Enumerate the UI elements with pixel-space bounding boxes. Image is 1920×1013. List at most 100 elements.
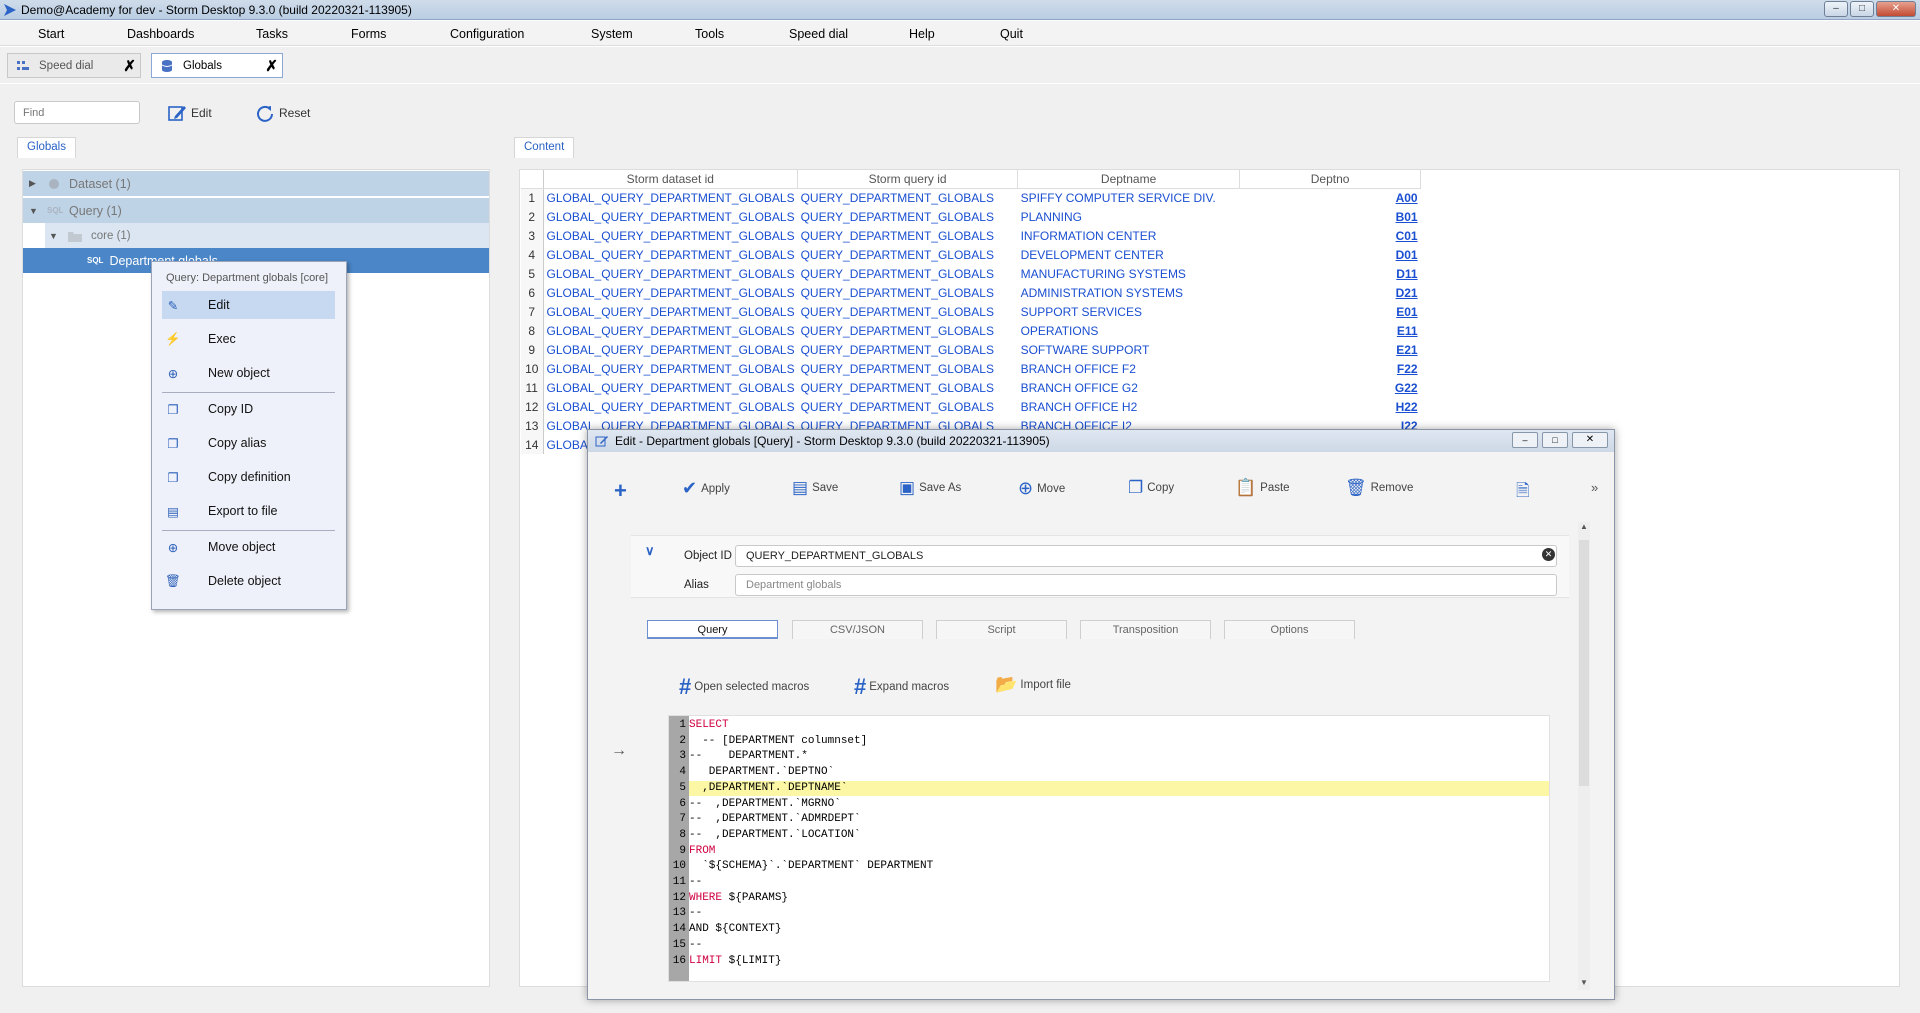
- scroll-down-icon[interactable]: ▼: [1578, 978, 1590, 990]
- cell-deptno[interactable]: G22: [1240, 378, 1421, 397]
- code-line[interactable]: 1 SELECT: [669, 718, 1549, 733]
- menu-forms[interactable]: Forms: [351, 27, 386, 41]
- code-line[interactable]: 11 --: [669, 875, 1549, 890]
- menu-item-move-object[interactable]: ⊕ Move object: [162, 533, 335, 561]
- dialog-scrollbar[interactable]: ▲ ▼: [1578, 522, 1590, 990]
- menu-quit[interactable]: Quit: [1000, 27, 1023, 41]
- run-arrow-icon[interactable]: →: [611, 742, 627, 760]
- scroll-up-icon[interactable]: ▲: [1578, 522, 1590, 534]
- cell-deptno[interactable]: B01: [1240, 207, 1421, 226]
- table-row[interactable]: 8 GLOBAL_QUERY_DEPARTMENT_GLOBALS QUERY_DE…: [521, 321, 1421, 340]
- close-tab-icon[interactable]: ✗: [265, 57, 278, 75]
- reset-button[interactable]: Reset: [255, 103, 310, 123]
- code-line[interactable]: 2 -- [DEPARTMENT columnset]: [669, 734, 1549, 749]
- close-window-button[interactable]: ✕: [1876, 1, 1916, 17]
- cell-deptno[interactable]: D01: [1240, 245, 1421, 264]
- tab-speed-dial[interactable]: Speed dial ✗: [7, 53, 141, 78]
- cell-deptno[interactable]: C01: [1240, 226, 1421, 245]
- code-line[interactable]: 16 LIMIT ${LIMIT}: [669, 954, 1549, 969]
- menu-item-copy-id[interactable]: ❐ Copy ID: [162, 395, 335, 423]
- collapse-arrow-icon[interactable]: ▼: [49, 231, 61, 241]
- alias-field[interactable]: Department globals: [735, 574, 1557, 596]
- code-line[interactable]: 14 AND ${CONTEXT}: [669, 922, 1549, 937]
- table-row[interactable]: 3 GLOBAL_QUERY_DEPARTMENT_GLOBALS QUERY_DE…: [521, 226, 1421, 245]
- code-line[interactable]: 6 -- ,DEPARTMENT.`MGRNO`: [669, 797, 1549, 812]
- tab-script[interactable]: Script: [936, 620, 1067, 639]
- code-line[interactable]: 5 ,DEPARTMENT.`DEPTNAME`: [669, 780, 1549, 796]
- open-selected-macros-button[interactable]: # Open selected macros: [679, 674, 809, 700]
- menu-item-delete-object[interactable]: 🗑 Delete object: [162, 567, 335, 595]
- cell-deptno[interactable]: E01: [1240, 302, 1421, 321]
- menu-item-edit[interactable]: ✎ Edit: [162, 291, 335, 319]
- copy-button[interactable]: ❐ Copy: [1128, 478, 1174, 498]
- column-header[interactable]: Deptname: [1017, 170, 1241, 189]
- collapse-arrow-icon[interactable]: ▼: [29, 206, 41, 216]
- code-line[interactable]: 12 WHERE ${PARAMS}: [669, 891, 1549, 906]
- tree-item-query[interactable]: ▼ SQL Query (1): [23, 198, 489, 223]
- save-as-button[interactable]: ▣ Save As: [899, 478, 961, 498]
- tab-globals[interactable]: Globals ✗: [151, 53, 283, 78]
- menu-item-copy-alias[interactable]: ❐ Copy alias: [162, 429, 335, 457]
- table-row[interactable]: 10 GLOBAL_QUERY_DEPARTMENT_GLOBALS QUERY_D…: [521, 359, 1421, 378]
- dialog-maximize-button[interactable]: □: [1542, 432, 1568, 448]
- apply-button[interactable]: ✔ Apply: [682, 478, 730, 499]
- table-row[interactable]: 2 GLOBAL_QUERY_DEPARTMENT_GLOBALS QUERY_DE…: [521, 207, 1421, 226]
- table-row[interactable]: 7 GLOBAL_QUERY_DEPARTMENT_GLOBALS QUERY_DE…: [521, 302, 1421, 321]
- minimize-button[interactable]: –: [1824, 1, 1848, 17]
- code-line[interactable]: 4 DEPARTMENT.`DEPTNO`: [669, 765, 1549, 780]
- tab-query[interactable]: Query: [647, 620, 778, 639]
- save-button[interactable]: ▤ Save: [792, 478, 838, 498]
- menu-speed-dial[interactable]: Speed dial: [789, 27, 848, 41]
- table-row[interactable]: 6 GLOBAL_QUERY_DEPARTMENT_GLOBALS QUERY_DE…: [521, 283, 1421, 302]
- code-line[interactable]: 7 -- ,DEPARTMENT.`ADMRDEPT`: [669, 812, 1549, 827]
- sql-file-button[interactable]: 🗎: [1516, 478, 1530, 507]
- cell-deptno[interactable]: D21: [1240, 283, 1421, 302]
- table-row[interactable]: 9 GLOBAL_QUERY_DEPARTMENT_GLOBALS QUERY_DE…: [521, 340, 1421, 359]
- menu-dashboards[interactable]: Dashboards: [127, 27, 194, 41]
- menu-item-new-object[interactable]: ⊕ New object: [162, 359, 335, 387]
- tree-item-core[interactable]: ▼ core (1): [45, 223, 489, 248]
- table-row[interactable]: 4 GLOBAL_QUERY_DEPARTMENT_GLOBALS QUERY_DE…: [521, 245, 1421, 264]
- column-header[interactable]: Deptno: [1239, 170, 1422, 189]
- expand-arrow-icon[interactable]: ▶: [29, 178, 41, 189]
- menu-system[interactable]: System: [591, 27, 633, 41]
- menu-item-export-to-file[interactable]: ▤ Export to file: [162, 497, 335, 525]
- table-row[interactable]: 12 GLOBAL_QUERY_DEPARTMENT_GLOBALS QUERY_D…: [521, 397, 1421, 416]
- column-header[interactable]: Storm dataset id: [543, 170, 799, 189]
- menu-configuration[interactable]: Configuration: [450, 27, 524, 41]
- object-id-field[interactable]: QUERY_DEPARTMENT_GLOBALS: [735, 545, 1557, 567]
- scrollbar-thumb[interactable]: [1579, 540, 1589, 786]
- cell-deptno[interactable]: D11: [1240, 264, 1421, 283]
- tab-content[interactable]: Content: [514, 137, 575, 158]
- code-line[interactable]: 15 --: [669, 938, 1549, 953]
- menu-item-copy-definition[interactable]: ❐ Copy definition: [162, 463, 335, 491]
- tab-csv-json[interactable]: CSV/JSON: [792, 620, 923, 639]
- column-header[interactable]: Storm query id: [797, 170, 1019, 189]
- dialog-minimize-button[interactable]: –: [1512, 432, 1538, 448]
- move-button[interactable]: ⊕ Move: [1018, 478, 1065, 499]
- overflow-chevron-icon[interactable]: »: [1591, 480, 1598, 495]
- sql-code-editor[interactable]: 1 SELECT 2 -- [DEPARTMENT columnset] 3 -- DE…: [668, 715, 1550, 982]
- table-row[interactable]: 1 GLOBAL_QUERY_DEPARTMENT_GLOBALS QUERY_DE…: [521, 188, 1421, 207]
- menu-item-exec[interactable]: ⚡ Exec: [162, 325, 335, 353]
- dialog-close-button[interactable]: ✕: [1572, 432, 1608, 448]
- tab-globals-panel[interactable]: Globals: [17, 137, 76, 158]
- code-line[interactable]: 3 -- DEPARTMENT.*: [669, 749, 1549, 764]
- clear-icon[interactable]: ✕: [1542, 548, 1555, 561]
- cell-deptno[interactable]: E11: [1240, 321, 1421, 340]
- cell-deptno[interactable]: H22: [1240, 397, 1421, 416]
- tree-item-dataset[interactable]: ▶ Dataset (1): [23, 171, 489, 196]
- code-line[interactable]: 9 FROM: [669, 844, 1549, 859]
- close-tab-icon[interactable]: ✗: [123, 57, 136, 75]
- edit-button[interactable]: Edit: [167, 103, 212, 123]
- table-row[interactable]: 11 GLOBAL_QUERY_DEPARTMENT_GLOBALS QUERY_D…: [521, 378, 1421, 397]
- import-file-button[interactable]: 📂 Import file: [995, 674, 1071, 695]
- code-line[interactable]: 8 -- ,DEPARTMENT.`LOCATION`: [669, 828, 1549, 843]
- paste-button[interactable]: 📋 Paste: [1235, 478, 1290, 498]
- remove-button[interactable]: 🗑 Remove: [1345, 478, 1413, 498]
- cell-deptno[interactable]: F22: [1240, 359, 1421, 378]
- expand-macros-button[interactable]: # Expand macros: [854, 674, 949, 700]
- menu-help[interactable]: Help: [909, 27, 935, 41]
- tab-options[interactable]: Options: [1224, 620, 1355, 639]
- find-input[interactable]: [14, 101, 140, 124]
